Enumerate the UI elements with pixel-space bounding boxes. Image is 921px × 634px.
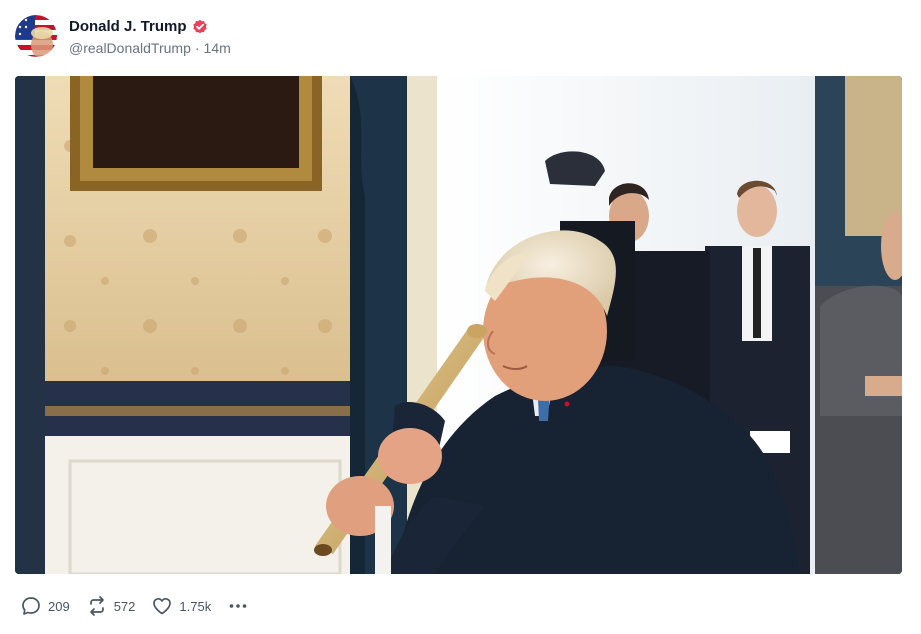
media-image-icon [15,76,902,574]
like-count: 1.75k [179,598,212,614]
repost-button[interactable]: 572 [86,595,136,617]
author-name[interactable]: Donald J. Trump [69,18,187,35]
post-card: Donald J. Trump @realDonaldTrump · 14m 2… [0,0,921,634]
post-header: Donald J. Trump @realDonaldTrump · 14m [15,14,231,58]
post-meta: @realDonaldTrump · 14m [69,40,231,56]
heart-icon [151,595,173,617]
more-icon [227,595,249,617]
repost-count: 572 [113,598,136,614]
flag-portrait-avatar-icon [15,15,57,57]
meta-separator: · [194,39,200,56]
like-button[interactable]: 1.75k [151,595,211,617]
author-info: Donald J. Trump @realDonaldTrump · 14m [69,17,231,56]
reply-button[interactable]: 209 [20,595,70,617]
post-media-video[interactable] [15,76,902,574]
reply-icon [20,595,42,617]
reply-count: 209 [48,598,70,614]
author-handle[interactable]: @realDonaldTrump [69,40,191,56]
verified-badge-icon [192,19,208,35]
avatar[interactable] [15,15,57,57]
more-button[interactable] [227,595,249,617]
post-actions: 209 572 1.75k [20,594,249,618]
post-timestamp[interactable]: 14m [204,40,231,56]
repost-icon [86,595,108,617]
